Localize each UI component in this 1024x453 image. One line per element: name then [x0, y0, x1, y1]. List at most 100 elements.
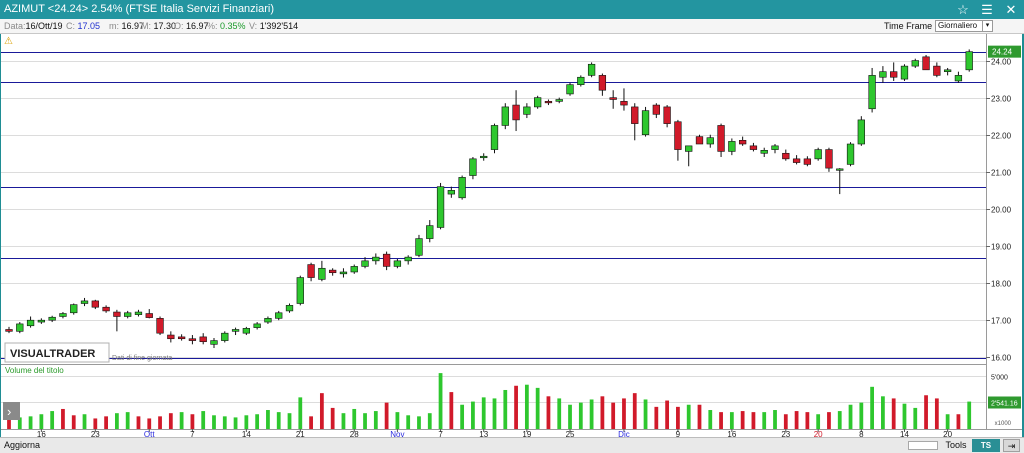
volume-bar[interactable] — [676, 406, 680, 429]
volume-bar[interactable] — [794, 411, 799, 429]
volume-bar[interactable] — [330, 407, 335, 429]
volume-bar[interactable] — [568, 404, 572, 429]
volume-bar[interactable] — [708, 410, 713, 429]
candle[interactable] — [469, 156, 477, 180]
volume-bar[interactable] — [158, 416, 162, 429]
candle[interactable] — [943, 67, 952, 76]
candle[interactable] — [857, 116, 865, 146]
tools-button[interactable]: Tools — [942, 439, 970, 452]
candle[interactable] — [37, 318, 46, 324]
candle[interactable] — [490, 123, 499, 154]
candle[interactable] — [965, 49, 973, 72]
candle[interactable] — [523, 103, 531, 119]
candle[interactable] — [620, 88, 628, 111]
volume-bar[interactable] — [50, 411, 55, 429]
volume-bar[interactable] — [524, 384, 529, 429]
volume-bar[interactable] — [460, 404, 465, 429]
candle[interactable] — [285, 303, 294, 313]
volume-bar[interactable] — [373, 411, 378, 429]
chevron-right-icon[interactable]: › — [7, 404, 11, 419]
candle[interactable] — [695, 134, 704, 145]
candle[interactable] — [393, 258, 402, 269]
candle[interactable] — [846, 142, 855, 167]
candle[interactable] — [900, 64, 909, 81]
volume-bar[interactable] — [222, 416, 227, 429]
candle[interactable] — [221, 331, 229, 343]
volume-bar[interactable] — [179, 412, 184, 429]
volume-bar[interactable] — [266, 410, 270, 429]
volume-bar[interactable] — [384, 402, 389, 429]
candle[interactable] — [102, 305, 110, 313]
volume-bar[interactable] — [967, 401, 972, 429]
candle[interactable] — [91, 299, 99, 310]
volume-bar[interactable] — [751, 412, 756, 429]
refresh-label[interactable]: Aggiorna — [4, 440, 40, 450]
volume-bar[interactable] — [697, 404, 702, 429]
timeframe-select[interactable]: Giornaliero ▾ — [935, 20, 993, 32]
volume-bar[interactable] — [136, 416, 141, 429]
volume-bar[interactable] — [600, 396, 605, 429]
candle[interactable] — [631, 103, 639, 141]
volume-bar[interactable] — [546, 396, 551, 429]
candle[interactable] — [879, 66, 887, 83]
volume-bar[interactable] — [837, 411, 842, 429]
volume-bar[interactable] — [449, 392, 454, 429]
volume-bar[interactable] — [363, 413, 367, 429]
candle[interactable] — [717, 123, 725, 157]
candle[interactable] — [382, 251, 391, 271]
volume-bar[interactable] — [82, 414, 87, 429]
volume-bar[interactable] — [956, 414, 961, 429]
volume-bar[interactable] — [492, 398, 497, 429]
candle[interactable] — [134, 309, 143, 317]
volume-bar[interactable] — [686, 404, 691, 429]
volume-bar[interactable] — [147, 418, 152, 429]
candle[interactable] — [48, 315, 56, 323]
volume-bar[interactable] — [611, 402, 616, 429]
volume-bar[interactable] — [870, 386, 874, 429]
volume-bar[interactable] — [643, 399, 648, 429]
candle[interactable] — [339, 268, 348, 278]
alert-bell-icon[interactable]: ⚠ — [4, 36, 13, 47]
candle[interactable] — [652, 103, 660, 119]
candle[interactable] — [641, 106, 650, 137]
candle[interactable] — [242, 326, 251, 336]
volume-bar[interactable] — [255, 414, 260, 429]
candle[interactable] — [177, 334, 186, 341]
volume-bar[interactable] — [740, 411, 745, 429]
close-icon[interactable]: ✕ — [1000, 1, 1022, 18]
candle[interactable] — [749, 142, 758, 152]
candle[interactable] — [685, 145, 693, 167]
volume-bar[interactable] — [233, 417, 238, 429]
candle[interactable] — [404, 255, 412, 265]
volume-bar[interactable] — [438, 373, 443, 429]
volume-bar[interactable] — [427, 413, 432, 429]
candle[interactable] — [890, 62, 898, 81]
candle[interactable] — [199, 333, 207, 345]
volume-bar[interactable] — [654, 406, 659, 429]
volume-bar[interactable] — [309, 416, 313, 429]
candle[interactable] — [329, 268, 337, 276]
volume-bar[interactable] — [201, 411, 206, 429]
volume-bar[interactable] — [805, 412, 810, 429]
volume-bar[interactable] — [859, 402, 864, 429]
candle[interactable] — [70, 303, 78, 315]
candle[interactable] — [124, 310, 132, 319]
candle[interactable] — [933, 62, 941, 78]
volume-bar[interactable] — [104, 416, 108, 429]
candle[interactable] — [415, 234, 423, 258]
volume-bar[interactable] — [417, 416, 421, 429]
volume-bar[interactable] — [319, 393, 324, 429]
volume-bar[interactable] — [298, 397, 303, 429]
volume-bar[interactable] — [287, 413, 292, 429]
candle[interactable] — [782, 149, 790, 161]
candle[interactable] — [868, 67, 876, 113]
volume-bar[interactable] — [276, 412, 281, 429]
candle[interactable] — [566, 82, 574, 96]
price-volume-chart[interactable]: 24.00 23.00 22.00 21.00 20.00 19.00 18.00 17.00… — [1, 34, 1022, 437]
candle[interactable] — [609, 90, 617, 109]
candle[interactable] — [188, 335, 197, 345]
scroll-end-button[interactable]: ⇥ — [1003, 439, 1020, 452]
volume-bar[interactable] — [115, 413, 119, 429]
volume-bar[interactable] — [406, 415, 411, 429]
volume-bar[interactable] — [622, 398, 626, 429]
